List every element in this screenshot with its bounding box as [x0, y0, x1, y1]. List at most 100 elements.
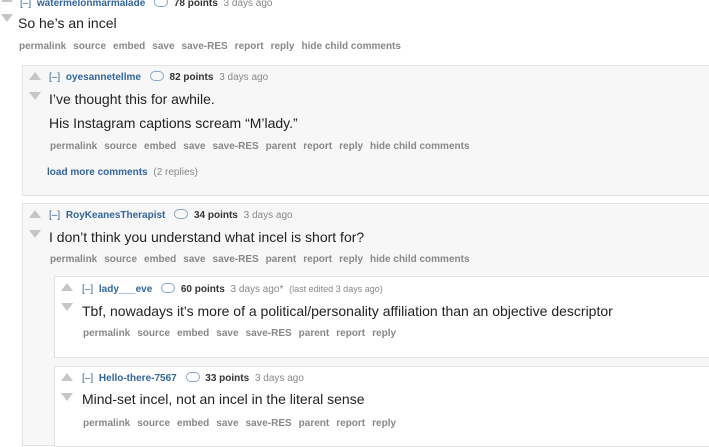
comment-bubble-icon	[161, 283, 176, 294]
downvote-arrow-icon[interactable]	[61, 303, 73, 311]
upvote-arrow-icon[interactable]	[61, 283, 73, 291]
collapse-toggle[interactable]: [–]	[82, 284, 93, 295]
comment-bubble-icon	[154, 0, 169, 8]
permalink-button[interactable]: permalink	[83, 418, 130, 429]
timestamp: 3 days ago*	[230, 284, 284, 295]
reply-button[interactable]: reply	[339, 141, 363, 152]
hide-child-comments-button[interactable]: hide child comments	[370, 141, 469, 152]
comment-buttons: permalink source embed save save-RES parent re…	[50, 254, 477, 265]
save-res-button[interactable]: save-RES	[246, 418, 292, 429]
save-button[interactable]: save	[216, 418, 238, 429]
report-button[interactable]: report	[235, 41, 264, 52]
vote-controls	[29, 72, 43, 102]
save-button[interactable]: save	[183, 254, 205, 265]
vote-controls	[61, 283, 75, 313]
save-res-button[interactable]: save-RES	[213, 254, 259, 265]
save-button[interactable]: save	[216, 328, 238, 339]
embed-button[interactable]: embed	[177, 418, 209, 429]
comment-tagline: [–] oyesannetellme 82 points 3 days ago	[49, 71, 269, 83]
load-more-comments: load more comments (2 replies)	[47, 167, 198, 178]
source-button[interactable]: source	[104, 254, 137, 265]
permalink-button[interactable]: permalink	[19, 41, 66, 52]
comment-body: So he’s an incel	[18, 15, 117, 31]
save-res-button[interactable]: save-RES	[213, 141, 259, 152]
comment-tagline: [–] RoyKeanesTherapist 34 points 3 days …	[49, 209, 293, 221]
collapse-toggle[interactable]: [–]	[49, 72, 60, 83]
source-button[interactable]: source	[137, 418, 170, 429]
comment-hello-there-7567: [–] Hello-there-7567 33 points 3 days ag…	[54, 366, 709, 447]
save-res-button[interactable]: save-RES	[246, 328, 292, 339]
hide-child-comments-button[interactable]: hide child comments	[370, 254, 469, 265]
permalink-button[interactable]: permalink	[50, 141, 97, 152]
downvote-arrow-icon[interactable]	[61, 393, 73, 401]
report-button[interactable]: report	[336, 418, 365, 429]
author-link[interactable]: Hello-there-7567	[99, 373, 177, 384]
comment-bubble-icon	[174, 209, 189, 220]
parent-button[interactable]: parent	[266, 254, 297, 265]
author-link[interactable]: lady___eve	[99, 284, 152, 295]
report-button[interactable]: report	[303, 254, 332, 265]
reply-button[interactable]: reply	[339, 254, 363, 265]
reply-button[interactable]: reply	[372, 328, 396, 339]
author-link[interactable]: oyesannetellme	[66, 72, 141, 83]
comment-body: I don’t think you understand what incel …	[49, 229, 365, 245]
parent-button[interactable]: parent	[266, 141, 297, 152]
points: 60 points	[180, 284, 225, 295]
upvote-arrow-icon[interactable]	[61, 373, 73, 381]
reply-button[interactable]: reply	[372, 418, 396, 429]
timestamp: 3 days ago	[254, 373, 304, 384]
hide-child-comments-button[interactable]: hide child comments	[301, 41, 400, 52]
report-button[interactable]: report	[336, 328, 365, 339]
comment-bubble-icon	[185, 372, 200, 383]
comment-tagline: [–] watermelonmarmalade 78 points 3 days…	[20, 0, 272, 9]
vote-controls	[1, 0, 15, 24]
downvote-arrow-icon[interactable]	[29, 92, 41, 100]
comment-bubble-icon	[149, 71, 164, 82]
points: 33 points	[205, 373, 250, 384]
embed-button[interactable]: embed	[144, 254, 176, 265]
comment-buttons: permalink source embed save save-RES parent re…	[83, 328, 403, 339]
parent-button[interactable]: parent	[299, 418, 330, 429]
timestamp: 3 days ago	[219, 72, 269, 83]
embed-button[interactable]: embed	[113, 41, 145, 52]
report-button[interactable]: report	[303, 141, 332, 152]
permalink-button[interactable]: permalink	[83, 328, 130, 339]
points: 34 points	[193, 210, 238, 221]
source-button[interactable]: source	[137, 328, 170, 339]
comment-body: Mind-set incel, not an incel in the lite…	[82, 391, 365, 407]
embed-button[interactable]: embed	[177, 328, 209, 339]
author-link[interactable]: watermelonmarmalade	[37, 0, 145, 9]
embed-button[interactable]: embed	[144, 141, 176, 152]
vote-controls	[61, 373, 75, 403]
upvote-arrow-icon[interactable]	[29, 72, 41, 80]
source-button[interactable]: source	[73, 41, 106, 52]
downvote-arrow-icon[interactable]	[1, 14, 13, 22]
save-res-button[interactable]: save-RES	[182, 41, 228, 52]
parent-button[interactable]: parent	[299, 328, 330, 339]
comment-watermelonmarmalade: [–] watermelonmarmalade 78 points 3 days…	[0, 0, 709, 60]
collapse-toggle[interactable]: [–]	[82, 373, 93, 384]
comment-buttons: permalink source embed save save-RES parent re…	[50, 141, 477, 152]
permalink-button[interactable]: permalink	[50, 254, 97, 265]
points: 82 points	[169, 72, 214, 83]
reply-count: (2 replies)	[153, 167, 198, 178]
save-button[interactable]: save	[183, 141, 205, 152]
author-link[interactable]: RoyKeanesTherapist	[66, 210, 165, 221]
comment-tagline: [–] lady___eve 60 points 3 days ago* (la…	[82, 283, 383, 295]
save-button[interactable]: save	[152, 41, 174, 52]
points: 78 points	[173, 0, 218, 9]
collapse-toggle[interactable]: [–]	[20, 0, 31, 9]
comment-buttons: permalink source embed save save-RES report re…	[19, 41, 408, 52]
timestamp: 3 days ago	[243, 210, 293, 221]
comment-lady-eve: [–] lady___eve 60 points 3 days ago* (la…	[54, 276, 709, 358]
reply-button[interactable]: reply	[271, 41, 295, 52]
comment-roykeanestherapist: [–] RoyKeanesTherapist 34 points 3 days …	[22, 203, 709, 447]
source-button[interactable]: source	[104, 141, 137, 152]
upvote-arrow-icon[interactable]	[1, 0, 13, 2]
upvote-arrow-icon[interactable]	[29, 210, 41, 218]
collapse-toggle[interactable]: [–]	[49, 210, 60, 221]
load-more-link[interactable]: load more comments	[47, 167, 148, 178]
comment-buttons: permalink source embed save save-RES parent re…	[83, 418, 403, 429]
downvote-arrow-icon[interactable]	[29, 230, 41, 238]
comment-body: Tbf, nowadays it's more of a political/p…	[82, 303, 613, 319]
